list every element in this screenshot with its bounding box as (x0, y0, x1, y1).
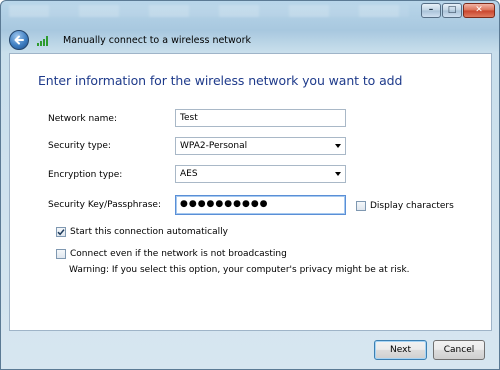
security-type-value: WPA2-Personal (180, 141, 248, 151)
minimize-icon: – (428, 5, 434, 15)
cancel-button[interactable]: Cancel (433, 340, 485, 360)
back-button[interactable] (9, 30, 29, 50)
minimize-button[interactable]: – (421, 3, 441, 18)
passphrase-input[interactable]: ●●●●●●●●●● (175, 195, 346, 215)
network-name-value: Test (180, 113, 198, 123)
encryption-type-select[interactable]: AES (175, 165, 346, 183)
checkmark-icon (57, 229, 65, 236)
start-automatically-checkbox[interactable] (56, 227, 66, 237)
privacy-warning: Warning: If you select this option, your… (69, 265, 410, 275)
close-button[interactable]: ✕ (463, 3, 495, 18)
title-bar-background (9, 5, 409, 17)
content-panel: Enter information for the wireless netwo… (9, 53, 492, 331)
next-button[interactable]: Next (374, 340, 427, 360)
back-arrow-icon (14, 35, 24, 45)
maximize-icon: □ (447, 5, 457, 15)
start-automatically-label: Start this connection automatically (70, 227, 228, 237)
security-type-select[interactable]: WPA2-Personal (175, 137, 346, 155)
navigation-bar: Manually connect to a wireless network (1, 27, 499, 53)
security-type-label: Security type: (48, 141, 111, 151)
page-heading: Enter information for the wireless netwo… (38, 73, 403, 88)
network-name-label: Network name: (48, 114, 117, 124)
title-bar: – □ ✕ (1, 1, 499, 23)
display-characters-label: Display characters (370, 201, 454, 211)
connect-hidden-label: Connect even if the network is not broad… (70, 249, 287, 259)
connect-hidden-checkbox[interactable] (56, 249, 66, 259)
chevron-down-icon (335, 144, 341, 148)
dialog-window: – □ ✕ Manually connect to a wireless net… (0, 0, 500, 370)
passphrase-label: Security Key/Passphrase: (48, 200, 161, 210)
passphrase-value: ●●●●●●●●●● (180, 199, 269, 209)
close-icon: ✕ (475, 5, 483, 15)
display-characters-checkbox[interactable] (356, 201, 366, 211)
dialog-footer: Next Cancel (1, 331, 499, 369)
network-name-input[interactable]: Test (175, 109, 346, 127)
encryption-type-label: Encryption type: (48, 170, 123, 180)
wireless-signal-icon (37, 36, 49, 46)
chevron-down-icon (335, 172, 341, 176)
encryption-type-value: AES (180, 169, 198, 179)
window-title: Manually connect to a wireless network (63, 35, 252, 46)
maximize-button[interactable]: □ (442, 3, 462, 18)
